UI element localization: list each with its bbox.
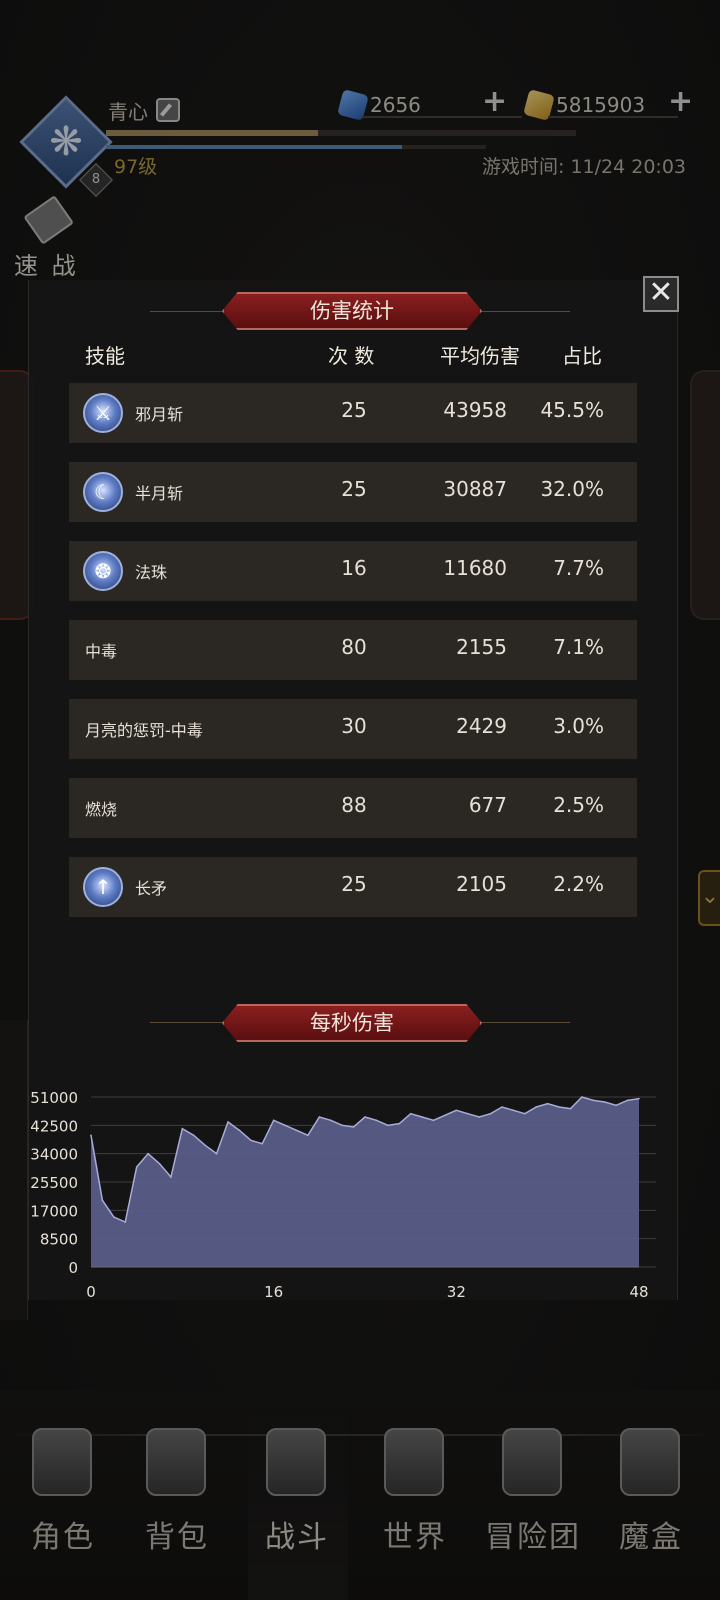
average-damage: 30887 [443,477,507,501]
skill-name: 中毒 [85,642,118,661]
skill-name: 燃烧 [85,800,118,819]
table-row[interactable]: 中毒 80 2155 7.1% [69,620,637,680]
average-damage: 677 [468,793,507,817]
column-header-pct: 占比 [562,344,602,368]
damage-percentage: 2.2% [553,872,604,896]
modal-title: 伤害统计 [222,292,482,330]
table-row[interactable]: ☾ 半月斩 25 30887 32.0% [69,462,637,522]
hit-count: 30 [341,714,367,738]
hit-count: 80 [341,635,367,659]
skill-name: 长矛 [135,879,168,898]
hit-count: 88 [341,793,367,817]
average-damage: 2105 [456,872,507,896]
damage-percentage: 7.7% [553,556,604,580]
skill-name: 法珠 [135,563,168,582]
column-header-skill: 技能 [85,344,125,368]
crescent-icon: ☾ [83,472,123,512]
sword-icon: ⚔ [83,393,123,433]
skill-name: 月亮的惩罚-中毒 [85,721,203,740]
close-icon[interactable]: ✕ [643,276,679,312]
average-damage: 43958 [443,398,507,422]
table-row[interactable]: ↑ 长矛 25 2105 2.2% [69,857,637,917]
damage-percentage: 45.5% [540,398,604,422]
damage-percentage: 7.1% [553,635,604,659]
average-damage: 11680 [443,556,507,580]
table-row[interactable]: ❂ 法珠 16 11680 7.7% [69,541,637,601]
column-header-count: 次 数 [328,344,375,368]
hit-count: 25 [341,872,367,896]
average-damage: 2429 [456,714,507,738]
average-damage: 2155 [456,635,507,659]
table-row[interactable]: ⚔ 邪月斩 25 43958 45.5% [69,383,637,443]
table-row[interactable]: 燃烧 88 677 2.5% [69,778,637,838]
skill-name: 半月斩 [135,484,184,503]
damage-percentage: 3.0% [553,714,604,738]
hit-count: 16 [341,556,367,580]
column-header-avg: 平均伤害 [440,344,520,368]
spear-icon: ↑ [83,867,123,907]
dps-chart-title: 每秒伤害 [222,1004,482,1042]
table-row[interactable]: 月亮的惩罚-中毒 30 2429 3.0% [69,699,637,759]
hit-count: 25 [341,477,367,501]
hit-count: 25 [341,398,367,422]
damage-percentage: 2.5% [553,793,604,817]
skill-name: 邪月斩 [135,405,184,424]
orb-icon: ❂ [83,551,123,591]
damage-percentage: 32.0% [540,477,604,501]
